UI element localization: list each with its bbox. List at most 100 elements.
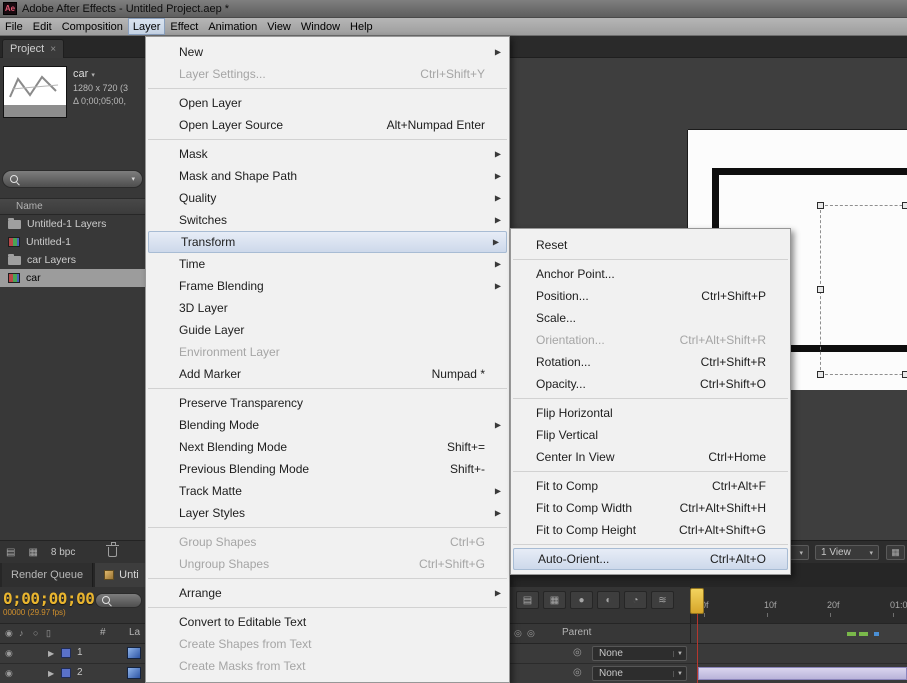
menubar-item-view[interactable]: View xyxy=(262,18,296,35)
layer-label-chip[interactable] xyxy=(61,668,71,678)
menubar-item-window[interactable]: Window xyxy=(296,18,345,35)
pickwhip-icon[interactable]: ◎ xyxy=(573,667,582,678)
menu-item-mask-and-shape-path[interactable]: Mask and Shape Path ▶ xyxy=(146,165,509,187)
selection-handle[interactable] xyxy=(817,202,824,209)
menu-item-anchor-point[interactable]: Anchor Point... xyxy=(511,263,790,285)
lock-column-icon[interactable]: ▯ xyxy=(46,628,51,639)
search-icon xyxy=(10,174,19,184)
menu-separator xyxy=(146,385,509,392)
menu-item-reset[interactable]: Reset xyxy=(511,234,790,256)
selection-handle[interactable] xyxy=(817,371,824,378)
menu-item-fit-to-comp-width[interactable]: Fit to Comp Width Ctrl+Alt+Shift+H xyxy=(511,497,790,519)
menubar-item-composition[interactable]: Composition xyxy=(57,18,128,35)
current-time-display[interactable]: 0;00;00;00 xyxy=(3,589,95,608)
menubar-item-animation[interactable]: Animation xyxy=(203,18,262,35)
solo-column-icon[interactable]: ○ xyxy=(33,628,38,638)
twirl-icon[interactable]: ▶ xyxy=(48,669,54,678)
menu-item-opacity[interactable]: Opacity... Ctrl+Shift+O xyxy=(511,373,790,395)
menu-item-previous-blending-mode[interactable]: Previous Blending Mode Shift+- xyxy=(146,458,509,480)
layer-label-chip[interactable] xyxy=(61,648,71,658)
work-area-bar[interactable] xyxy=(690,624,907,643)
menu-item-center-in-view[interactable]: Center In View Ctrl+Home xyxy=(511,446,790,468)
menu-item-flip-vertical[interactable]: Flip Vertical xyxy=(511,424,790,446)
timeline-toggle-icon-5[interactable]: ◔ xyxy=(624,591,647,609)
timeline-toggle-icon-4[interactable]: ◐ xyxy=(597,591,620,609)
trash-icon[interactable] xyxy=(106,542,120,557)
menu-item-time[interactable]: Time ▶ xyxy=(146,253,509,275)
menu-item-layer-styles[interactable]: Layer Styles ▶ xyxy=(146,502,509,524)
project-search-input[interactable]: ▾ xyxy=(2,170,143,188)
menu-item-mask[interactable]: Mask ▶ xyxy=(146,143,509,165)
view-layout-dropdown[interactable]: 1 View ▾ xyxy=(815,545,879,560)
time-ruler[interactable]: 0f10f20f01:00f xyxy=(690,587,907,623)
menu-item-preserve-transparency[interactable]: Preserve Transparency xyxy=(146,392,509,414)
twirl-icon[interactable]: ▶ xyxy=(48,649,54,658)
menubar-item-edit[interactable]: Edit xyxy=(28,18,57,35)
frame-info: 00000 (29.97 fps) xyxy=(3,608,66,617)
interpret-footage-icon[interactable]: ▤ xyxy=(6,547,15,558)
close-icon[interactable]: × xyxy=(50,44,56,55)
tab-project[interactable]: Project × xyxy=(2,39,65,58)
menu-item-switches[interactable]: Switches ▶ xyxy=(146,209,509,231)
pickwhip-icon[interactable]: ◎ xyxy=(573,647,582,658)
playhead-marker[interactable] xyxy=(690,588,704,614)
menu-item-add-marker[interactable]: Add Marker Numpad * xyxy=(146,363,509,385)
menu-item-scale[interactable]: Scale... xyxy=(511,307,790,329)
parent-dropdown[interactable]: None ▼ xyxy=(592,646,687,661)
menu-item-convert-to-editable-text[interactable]: Convert to Editable Text xyxy=(146,611,509,633)
eye-icon[interactable]: ◉ xyxy=(5,668,13,679)
timeline-toggle-icon-6[interactable]: ≋ xyxy=(651,591,674,609)
menu-item-position[interactable]: Position... Ctrl+Shift+P xyxy=(511,285,790,307)
timeline-toggle-icon-2[interactable]: ▦ xyxy=(543,591,566,609)
layer-duration-bar[interactable] xyxy=(698,667,907,680)
new-folder-icon[interactable]: ▦ xyxy=(28,547,37,558)
submenu-arrow-icon: ▶ xyxy=(494,508,501,518)
layer-number-header[interactable]: # xyxy=(100,627,106,638)
menu-item-frame-blending[interactable]: Frame Blending ▶ xyxy=(146,275,509,297)
menubar-item-layer[interactable]: Layer xyxy=(127,18,166,35)
playhead-line[interactable] xyxy=(697,614,698,683)
menu-item-guide-layer[interactable]: Guide Layer xyxy=(146,319,509,341)
menu-item-quality[interactable]: Quality ▶ xyxy=(146,187,509,209)
chevron-down-icon[interactable]: ▾ xyxy=(91,72,95,79)
selection-bounding-box[interactable] xyxy=(817,202,907,378)
layer-name-header[interactable]: La xyxy=(129,627,140,638)
menu-item-flip-horizontal[interactable]: Flip Horizontal xyxy=(511,402,790,424)
grid-guides-icon[interactable]: ▦ xyxy=(886,545,905,560)
menu-item-blending-mode[interactable]: Blending Mode ▶ xyxy=(146,414,509,436)
menu-item-open-layer-source[interactable]: Open Layer Source Alt+Numpad Enter xyxy=(146,114,509,136)
menu-item-label: Preserve Transparency xyxy=(179,396,304,410)
menu-item-track-matte[interactable]: Track Matte ▶ xyxy=(146,480,509,502)
selection-handle[interactable] xyxy=(817,286,824,293)
menu-item-open-layer[interactable]: Open Layer xyxy=(146,92,509,114)
menu-item-auto-orient[interactable]: Auto-Orient... Ctrl+Alt+O xyxy=(513,548,788,570)
menu-item-transform[interactable]: Transform ▶ xyxy=(148,231,507,253)
timeline-toggle-icon-3[interactable]: ● xyxy=(570,591,593,609)
timeline-toggle-icon-1[interactable]: ▤ xyxy=(516,591,539,609)
menu-item-fit-to-comp[interactable]: Fit to Comp Ctrl+Alt+F xyxy=(511,475,790,497)
menubar-item-file[interactable]: File xyxy=(0,18,28,35)
video-column-icon[interactable]: ◉ xyxy=(5,628,13,639)
modes-icon[interactable]: ◎ xyxy=(527,628,535,639)
menu-item-arrange[interactable]: Arrange ▶ xyxy=(146,582,509,604)
switches-icon[interactable]: ◎ xyxy=(514,628,522,639)
menu-item-3d-layer[interactable]: 3D Layer xyxy=(146,297,509,319)
selection-handle[interactable] xyxy=(902,371,907,378)
parent-column-header[interactable]: Parent xyxy=(562,627,591,638)
tab-composition-timeline[interactable]: Unti xyxy=(95,563,149,587)
menubar-item-help[interactable]: Help xyxy=(345,18,378,35)
menu-item-fit-to-comp-height[interactable]: Fit to Comp Height Ctrl+Alt+Shift+G xyxy=(511,519,790,541)
chevron-down-icon[interactable]: ▾ xyxy=(131,175,135,183)
menu-item-rotation[interactable]: Rotation... Ctrl+Shift+R xyxy=(511,351,790,373)
tab-render-queue[interactable]: Render Queue xyxy=(2,563,94,587)
menu-item-shortcut: Ctrl+Alt+F xyxy=(711,479,766,493)
menu-item-next-blending-mode[interactable]: Next Blending Mode Shift+= xyxy=(146,436,509,458)
bit-depth-label[interactable]: 8 bpc xyxy=(51,547,75,558)
timeline-search-input[interactable] xyxy=(95,593,142,608)
menu-item-new[interactable]: New ▶ xyxy=(146,41,509,63)
audio-column-icon[interactable]: ♪ xyxy=(19,628,24,638)
eye-icon[interactable]: ◉ xyxy=(5,648,13,659)
menubar-item-effect[interactable]: Effect xyxy=(165,18,203,35)
parent-dropdown[interactable]: None ▼ xyxy=(592,666,687,681)
selection-handle[interactable] xyxy=(902,202,907,209)
